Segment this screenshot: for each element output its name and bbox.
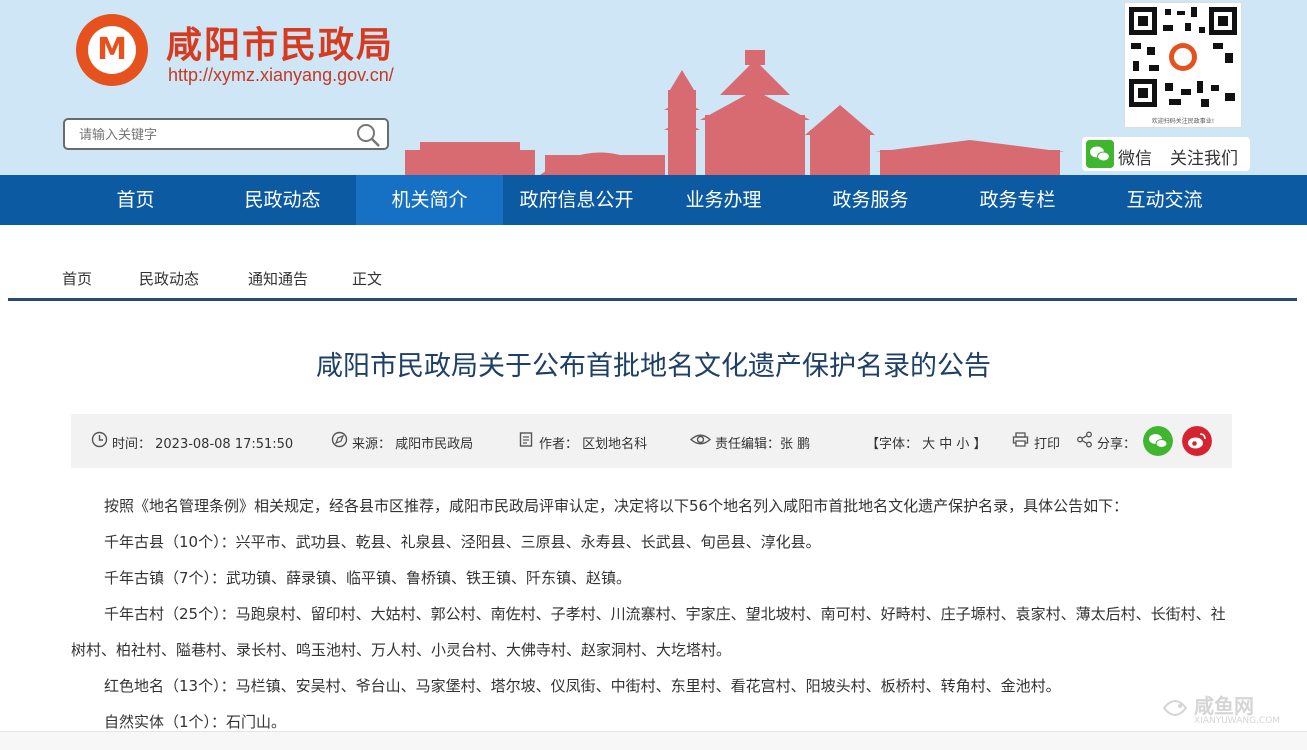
- bottom-toolbar: [0, 731, 1307, 750]
- breadcrumb-notices[interactable]: 通知通告: [248, 268, 308, 289]
- logo-mark: M: [97, 32, 127, 67]
- search-box: [63, 118, 389, 150]
- wechat-label: 微信: [1118, 149, 1152, 169]
- nav-item-news[interactable]: 民政动态: [209, 175, 356, 225]
- weibo-share-icon[interactable]: [1182, 426, 1212, 456]
- follow-label: 关注我们: [1170, 149, 1238, 169]
- skyline-illustration: [405, 50, 1065, 175]
- fish-watermark-icon: [1162, 700, 1188, 716]
- site-url: http://xymz.xianyang.gov.cn/: [168, 65, 394, 85]
- nav-item-columns[interactable]: 政务专栏: [944, 175, 1091, 225]
- article-author: 作者： 区划地名科: [539, 437, 648, 452]
- nav-item-home[interactable]: 首页: [62, 175, 209, 225]
- search-icon[interactable]: [355, 122, 381, 148]
- qr-code: 欢迎扫码关注民政事业!: [1124, 2, 1242, 128]
- print-icon[interactable]: [1012, 431, 1029, 448]
- article-meta-bar: 时间： 2023-08-08 17:51:50 来源： 咸阳市民政局 作者： 区…: [71, 414, 1232, 468]
- article-source: 来源： 咸阳市民政局: [352, 437, 474, 452]
- site-header: M 咸阳市民政局 http://xymz.xianyang.gov.cn/ 请输…: [0, 0, 1307, 175]
- follow-us[interactable]: 微信 关注我们: [1082, 137, 1250, 171]
- article-title: 咸阳市民政局关于公布首批地名文化遗产保护名录的公告: [316, 351, 991, 382]
- source-icon: [331, 431, 348, 448]
- article-body: 按照《地名管理条例》相关规定，经各县市区推荐，咸阳市民政局评审认定，决定将以下5…: [71, 488, 1231, 740]
- watermark-text: 咸鱼网: [1194, 694, 1254, 718]
- author-icon: [519, 432, 533, 447]
- article-paragraph: 按照《地名管理条例》相关规定，经各县市区推荐，咸阳市民政局评审认定，决定将以下5…: [104, 497, 1129, 515]
- watermark: 咸鱼网 XIANYUWANG.COM: [1160, 688, 1300, 738]
- breadcrumb-current: 正文: [352, 270, 383, 288]
- article-paragraph: 千年古村（25个）：马跑泉村、留印村、大姑村、郭公村、南佐村、子孝村、川流寨村、…: [71, 605, 1226, 659]
- print-label[interactable]: 打印: [1034, 433, 1060, 452]
- article-paragraph: 千年古镇（7个）：武功镇、薛录镇、临平镇、鲁桥镇、铁王镇、阡东镇、赵镇。: [104, 569, 632, 587]
- nav-item-services[interactable]: 业务办理: [650, 175, 797, 225]
- nav-item-disclosure[interactable]: 政府信息公开: [503, 175, 650, 225]
- search-input[interactable]: [79, 125, 339, 145]
- nav-item-about[interactable]: 机关简介: [356, 175, 503, 225]
- font-size-control[interactable]: 【字体： 大 中 小 】: [866, 433, 987, 452]
- site-logo[interactable]: M: [76, 14, 148, 86]
- nav-item-interaction[interactable]: 互动交流: [1091, 175, 1238, 225]
- nav-item-gov-services[interactable]: 政务服务: [797, 175, 944, 225]
- qr-code-pattern: [1129, 7, 1237, 107]
- wechat-share-icon[interactable]: [1143, 426, 1173, 456]
- publish-time: 时间： 2023-08-08 17:51:50: [112, 437, 294, 452]
- breadcrumb-news[interactable]: 民政动态: [139, 268, 199, 289]
- article-editor: 责任编辑：张 鹏: [715, 437, 811, 452]
- breadcrumb-home[interactable]: 首页: [62, 268, 92, 289]
- share-icon: [1077, 431, 1092, 448]
- eye-icon: [690, 434, 711, 445]
- breadcrumb: 首页 民政动态 通知通告 正文: [8, 258, 1297, 301]
- wechat-icon: [1086, 140, 1114, 168]
- main-nav: 首页 民政动态 机关简介 政府信息公开 业务办理 政务服务 政务专栏 互动交流: [0, 175, 1307, 225]
- watermark-subtext: XIANYUWANG.COM: [1194, 716, 1281, 726]
- clock-icon: [91, 431, 108, 448]
- site-title[interactable]: 咸阳市民政局: [166, 16, 394, 68]
- article-paragraph: 红色地名（13个）：马栏镇、安吴村、爷台山、马家堡村、塔尔坡、仪凤街、中街村、东…: [104, 677, 1061, 695]
- article-paragraph: 千年古县（10个）：兴平市、武功县、乾县、礼泉县、泾阳县、三原县、永寿县、长武县…: [104, 533, 821, 551]
- share-label: 分享：: [1097, 437, 1137, 452]
- qr-caption: 欢迎扫码关注民政事业!: [1151, 118, 1215, 125]
